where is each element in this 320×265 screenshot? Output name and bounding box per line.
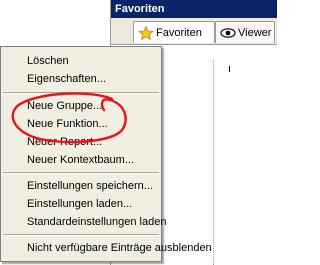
tab-viewer[interactable]: Viewer	[215, 21, 275, 43]
tree-guide-line	[213, 60, 215, 265]
tree-node-mark	[229, 66, 230, 72]
star-icon	[137, 25, 155, 41]
menu-item-neuer-report[interactable]: Neuer Report...	[1, 133, 161, 151]
tab-bar: Favoriten Viewer	[111, 18, 277, 45]
menu-item-neue-funktion[interactable]: Neue Funktion...	[1, 115, 161, 133]
menu-separator	[3, 234, 159, 236]
panel-title: Favoriten	[111, 0, 277, 18]
menu-item-standardeinstellungen-laden[interactable]: Standardeinstellungen laden	[1, 213, 166, 231]
tab-favoriten-label: Favoriten	[156, 27, 202, 39]
menu-item-einstellungen-speichern[interactable]: Einstellungen speichern...	[1, 177, 161, 195]
tab-viewer-label: Viewer	[238, 27, 272, 39]
context-menu: Löschen Eigenschaften... Neue Gruppe... …	[0, 46, 212, 262]
menu-item-neue-gruppe[interactable]: Neue Gruppe...	[1, 97, 161, 115]
menu-separator	[3, 92, 159, 94]
menu-item-eigenschaften[interactable]: Eigenschaften...	[1, 70, 161, 88]
menu-item-loeschen[interactable]: Löschen	[1, 52, 161, 70]
eye-icon	[220, 26, 236, 40]
tab-favoriten[interactable]: Favoriten	[133, 21, 215, 43]
menu-item-einstellungen-laden[interactable]: Einstellungen laden...	[1, 195, 161, 213]
menu-item-neuer-kontextbaum[interactable]: Neuer Kontextbaum...	[1, 151, 161, 169]
menu-separator	[3, 172, 159, 174]
menu-item-nicht-verfuegbare-ausblenden[interactable]: Nicht verfügbare Einträge ausblenden	[1, 239, 212, 257]
